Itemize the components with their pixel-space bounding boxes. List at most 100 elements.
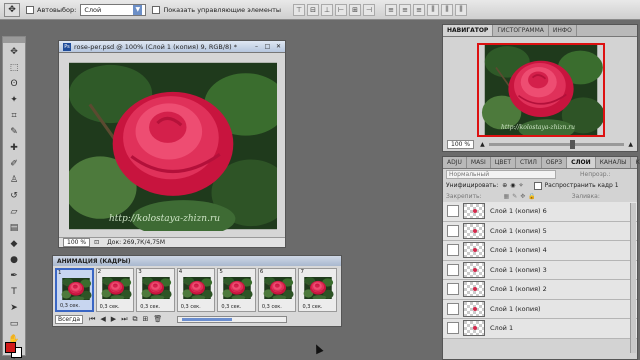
next-frame-icon[interactable]: ⏭ xyxy=(121,315,127,324)
tab-styles[interactable]: СТИЛ xyxy=(516,157,542,168)
lock-transparency-icon[interactable]: ▦ xyxy=(504,193,510,200)
layer-row[interactable]: Слой 1 (копия) 4 xyxy=(443,241,637,261)
path-selection-tool-icon[interactable]: ➤ xyxy=(5,301,23,315)
shape-tool-icon[interactable]: ▭ xyxy=(5,317,23,331)
align-hcenter-icon[interactable]: ⊞ xyxy=(349,3,361,16)
navigator-zoom-slider[interactable] xyxy=(488,140,625,149)
document-titlebar[interactable]: Ps rose-per.psd @ 100% (Слой 1 (копия) 9… xyxy=(59,41,285,53)
layer-visibility-toggle[interactable] xyxy=(447,224,459,237)
layer-row[interactable]: Слой 1 (копия) 3 xyxy=(443,260,637,280)
animation-frame[interactable]: 4 0,3 сек. xyxy=(176,268,216,312)
distribute-right-icon[interactable]: ⫼ xyxy=(455,3,467,16)
pen-tool-icon[interactable]: ✒ xyxy=(5,269,23,283)
maximize-icon[interactable]: □ xyxy=(263,42,272,51)
tab-masks[interactable]: MASI xyxy=(467,157,491,168)
close-icon[interactable]: ✕ xyxy=(274,42,283,51)
frame-delay[interactable]: 0,3 сек. xyxy=(221,304,241,310)
show-controls-checkbox[interactable] xyxy=(152,5,161,14)
frame-delay[interactable]: 0,3 сек. xyxy=(262,304,282,310)
layer-visibility-toggle[interactable] xyxy=(447,283,459,296)
frame-delay[interactable]: 0,3 сек. xyxy=(302,304,322,310)
dodge-tool-icon[interactable]: ● xyxy=(5,253,23,267)
blend-mode-dropdown[interactable]: Нормальный xyxy=(446,170,556,179)
frame-delay[interactable]: 0,3 сек. xyxy=(100,304,120,310)
delete-frame-icon[interactable]: 🗑 xyxy=(153,315,162,323)
status-menu-icon[interactable]: ⊡ xyxy=(94,239,99,246)
first-frame-icon[interactable]: ⏮ xyxy=(89,315,95,324)
layer-row[interactable]: Слой 1 xyxy=(443,319,637,339)
distribute-hcenter-icon[interactable]: ⫼ xyxy=(441,3,453,16)
tab-swatches[interactable]: ОБРЗ xyxy=(542,157,568,168)
tools-grip[interactable] xyxy=(3,37,25,43)
layer-row[interactable]: Слой 1 (копия) 2 xyxy=(443,280,637,300)
foreground-color-swatch[interactable] xyxy=(5,342,16,353)
type-tool-icon[interactable]: T xyxy=(5,285,23,299)
align-right-icon[interactable]: ⊣ xyxy=(363,3,375,16)
magic-wand-tool-icon[interactable]: ✦ xyxy=(5,93,23,107)
zoom-out-icon[interactable]: ▲ xyxy=(480,141,485,148)
layer-visibility-toggle[interactable] xyxy=(447,205,459,218)
tween-icon[interactable]: ⧉ xyxy=(133,315,138,324)
unify-style-icon[interactable]: ✧ xyxy=(519,182,524,189)
tab-color[interactable]: ЦВЕТ xyxy=(491,157,516,168)
layer-row[interactable]: Слой 1 (копия) 6 xyxy=(443,202,637,222)
distribute-center-icon[interactable]: ≡ xyxy=(399,3,411,16)
propagate-frame-checkbox[interactable] xyxy=(533,181,542,190)
prev-frame-icon[interactable]: ◀ xyxy=(100,315,105,323)
layer-row[interactable]: Слой 1 (копия) xyxy=(443,299,637,319)
minimize-icon[interactable]: – xyxy=(252,42,261,51)
layer-visibility-toggle[interactable] xyxy=(447,244,459,257)
blur-tool-icon[interactable]: ◆ xyxy=(5,237,23,251)
layer-visibility-toggle[interactable] xyxy=(447,302,459,315)
animation-frame[interactable]: 1 0,3 сек. xyxy=(55,268,94,312)
distribute-top-icon[interactable]: ≡ xyxy=(385,3,397,16)
tab-channels[interactable]: КАНАЛЫ xyxy=(596,157,632,168)
gradient-tool-icon[interactable]: ▤ xyxy=(5,221,23,235)
tab-info[interactable]: ИНФО xyxy=(549,25,577,36)
align-top-icon[interactable]: ⊤ xyxy=(293,3,305,16)
tab-histogram[interactable]: ГИСТОГРАММА xyxy=(493,25,549,36)
align-bottom-icon[interactable]: ⊥ xyxy=(321,3,333,16)
frame-delay[interactable]: 0,3 сек. xyxy=(60,303,80,309)
lasso-tool-icon[interactable]: ʘ xyxy=(5,77,23,91)
frames-scrollbar[interactable] xyxy=(177,315,288,323)
move-tool-preset-icon[interactable]: ✥ xyxy=(4,2,20,17)
distribute-bottom-icon[interactable]: ≡ xyxy=(413,3,425,16)
layers-scrollbar[interactable] xyxy=(630,203,636,353)
move-tool-icon[interactable]: ✥ xyxy=(5,45,23,59)
tab-navigator[interactable]: НАВИГАТОР xyxy=(443,25,494,36)
align-left-icon[interactable]: ⊢ xyxy=(335,3,347,16)
animation-frame[interactable]: 6 0,3 сек. xyxy=(257,268,297,312)
tab-paths[interactable]: КОНТ xyxy=(631,157,640,168)
autoselect-dropdown[interactable]: Слой ▼ xyxy=(80,3,147,16)
layer-visibility-toggle[interactable] xyxy=(447,322,459,335)
animation-frame[interactable]: 2 0,3 сек. xyxy=(95,268,135,312)
align-vcenter-icon[interactable]: ⊟ xyxy=(307,3,319,16)
clone-stamp-tool-icon[interactable]: ♙ xyxy=(5,173,23,187)
lock-position-icon[interactable]: ✥ xyxy=(520,193,525,200)
eraser-tool-icon[interactable]: ▱ xyxy=(5,205,23,219)
history-brush-tool-icon[interactable]: ↺ xyxy=(5,189,23,203)
unify-visibility-icon[interactable]: ◉ xyxy=(510,182,515,189)
animation-frame[interactable]: 5 0,3 сек. xyxy=(217,268,256,312)
lock-image-icon[interactable]: ✎ xyxy=(512,193,517,200)
frame-delay[interactable]: 0,3 сек. xyxy=(181,304,201,310)
layer-visibility-toggle[interactable] xyxy=(447,263,459,276)
tab-layers[interactable]: СЛОИ xyxy=(567,157,596,168)
eyedropper-tool-icon[interactable]: ✎ xyxy=(5,125,23,139)
navigator-preview[interactable]: http://kolostaya-zhizn.ru xyxy=(477,43,605,137)
animation-frame[interactable]: 3 0,3 сек. xyxy=(136,268,175,312)
marquee-tool-icon[interactable]: ⬚ xyxy=(5,61,23,75)
frame-delay[interactable]: 0,3 сек. xyxy=(140,304,160,310)
unify-position-icon[interactable]: ⊕ xyxy=(502,182,507,189)
loop-dropdown[interactable]: Всегда xyxy=(55,314,84,324)
document-zoom[interactable]: 100 % xyxy=(63,238,91,247)
healing-tool-icon[interactable]: ✚ xyxy=(5,141,23,155)
autoselect-checkbox[interactable] xyxy=(26,5,34,14)
animation-frame[interactable]: 7 0,3 сек. xyxy=(298,268,338,312)
brush-tool-icon[interactable]: ✐ xyxy=(5,157,23,171)
layer-row[interactable]: Слой 1 (копия) 5 xyxy=(443,221,637,241)
tab-adjustments[interactable]: ADJU xyxy=(443,157,467,168)
lock-all-icon[interactable]: 🔒 xyxy=(528,193,535,200)
crop-tool-icon[interactable]: ⌗ xyxy=(5,109,23,123)
